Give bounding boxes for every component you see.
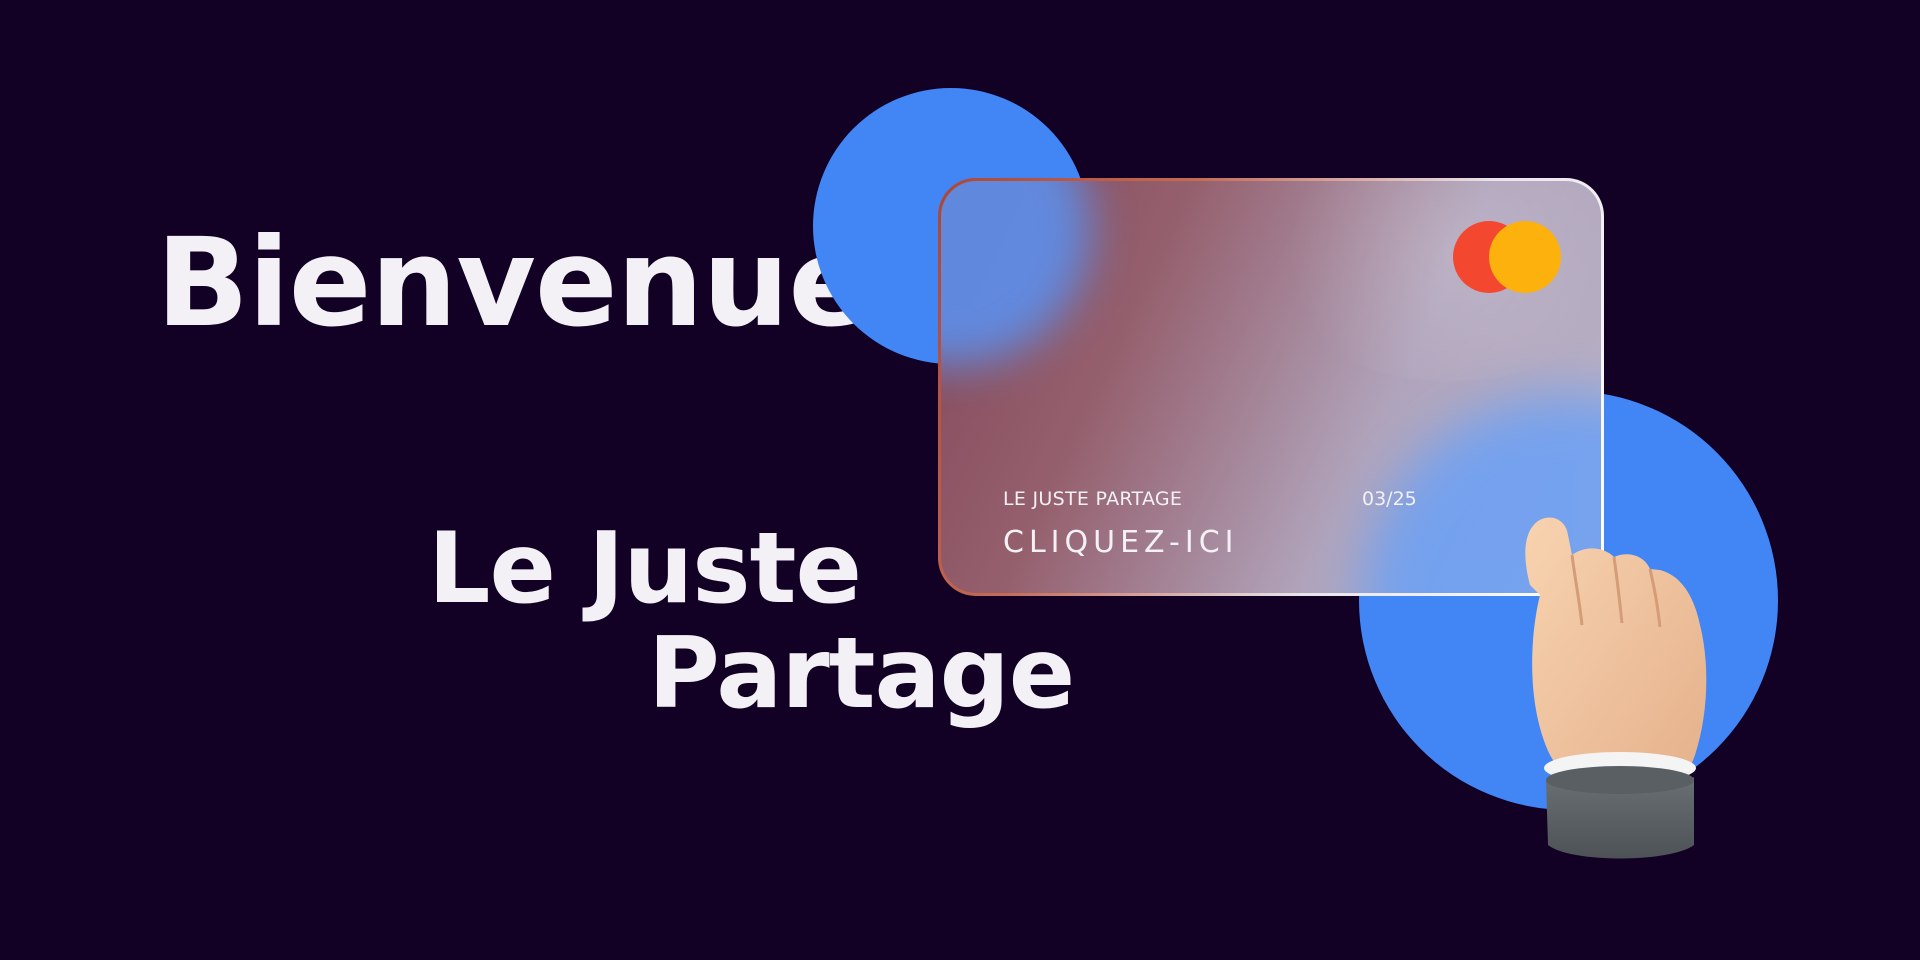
logo-yellow-circle bbox=[1489, 221, 1561, 293]
card-cta-label: CLIQUEZ-ICI bbox=[1003, 525, 1239, 560]
card-expiry-date: 03/25 bbox=[1362, 488, 1417, 510]
card-cta-button[interactable]: LE JUSTE PARTAGE 03/25 CLIQUEZ-ICI bbox=[938, 178, 1604, 596]
card-blur-circle-top bbox=[941, 181, 1091, 366]
card-network-logo-icon bbox=[1453, 221, 1561, 293]
brand-title-line-1: Le Juste bbox=[428, 512, 862, 626]
welcome-screen: Bienvenue Le Juste Partage LE JUSTE PART… bbox=[0, 0, 1920, 960]
pointing-hand-icon bbox=[1525, 517, 1707, 859]
hand-sleeve-top bbox=[1546, 766, 1694, 794]
welcome-heading: Bienvenue bbox=[156, 212, 871, 354]
card-holder-name: LE JUSTE PARTAGE bbox=[1003, 488, 1183, 510]
brand-title-line-2: Partage bbox=[648, 617, 1075, 731]
